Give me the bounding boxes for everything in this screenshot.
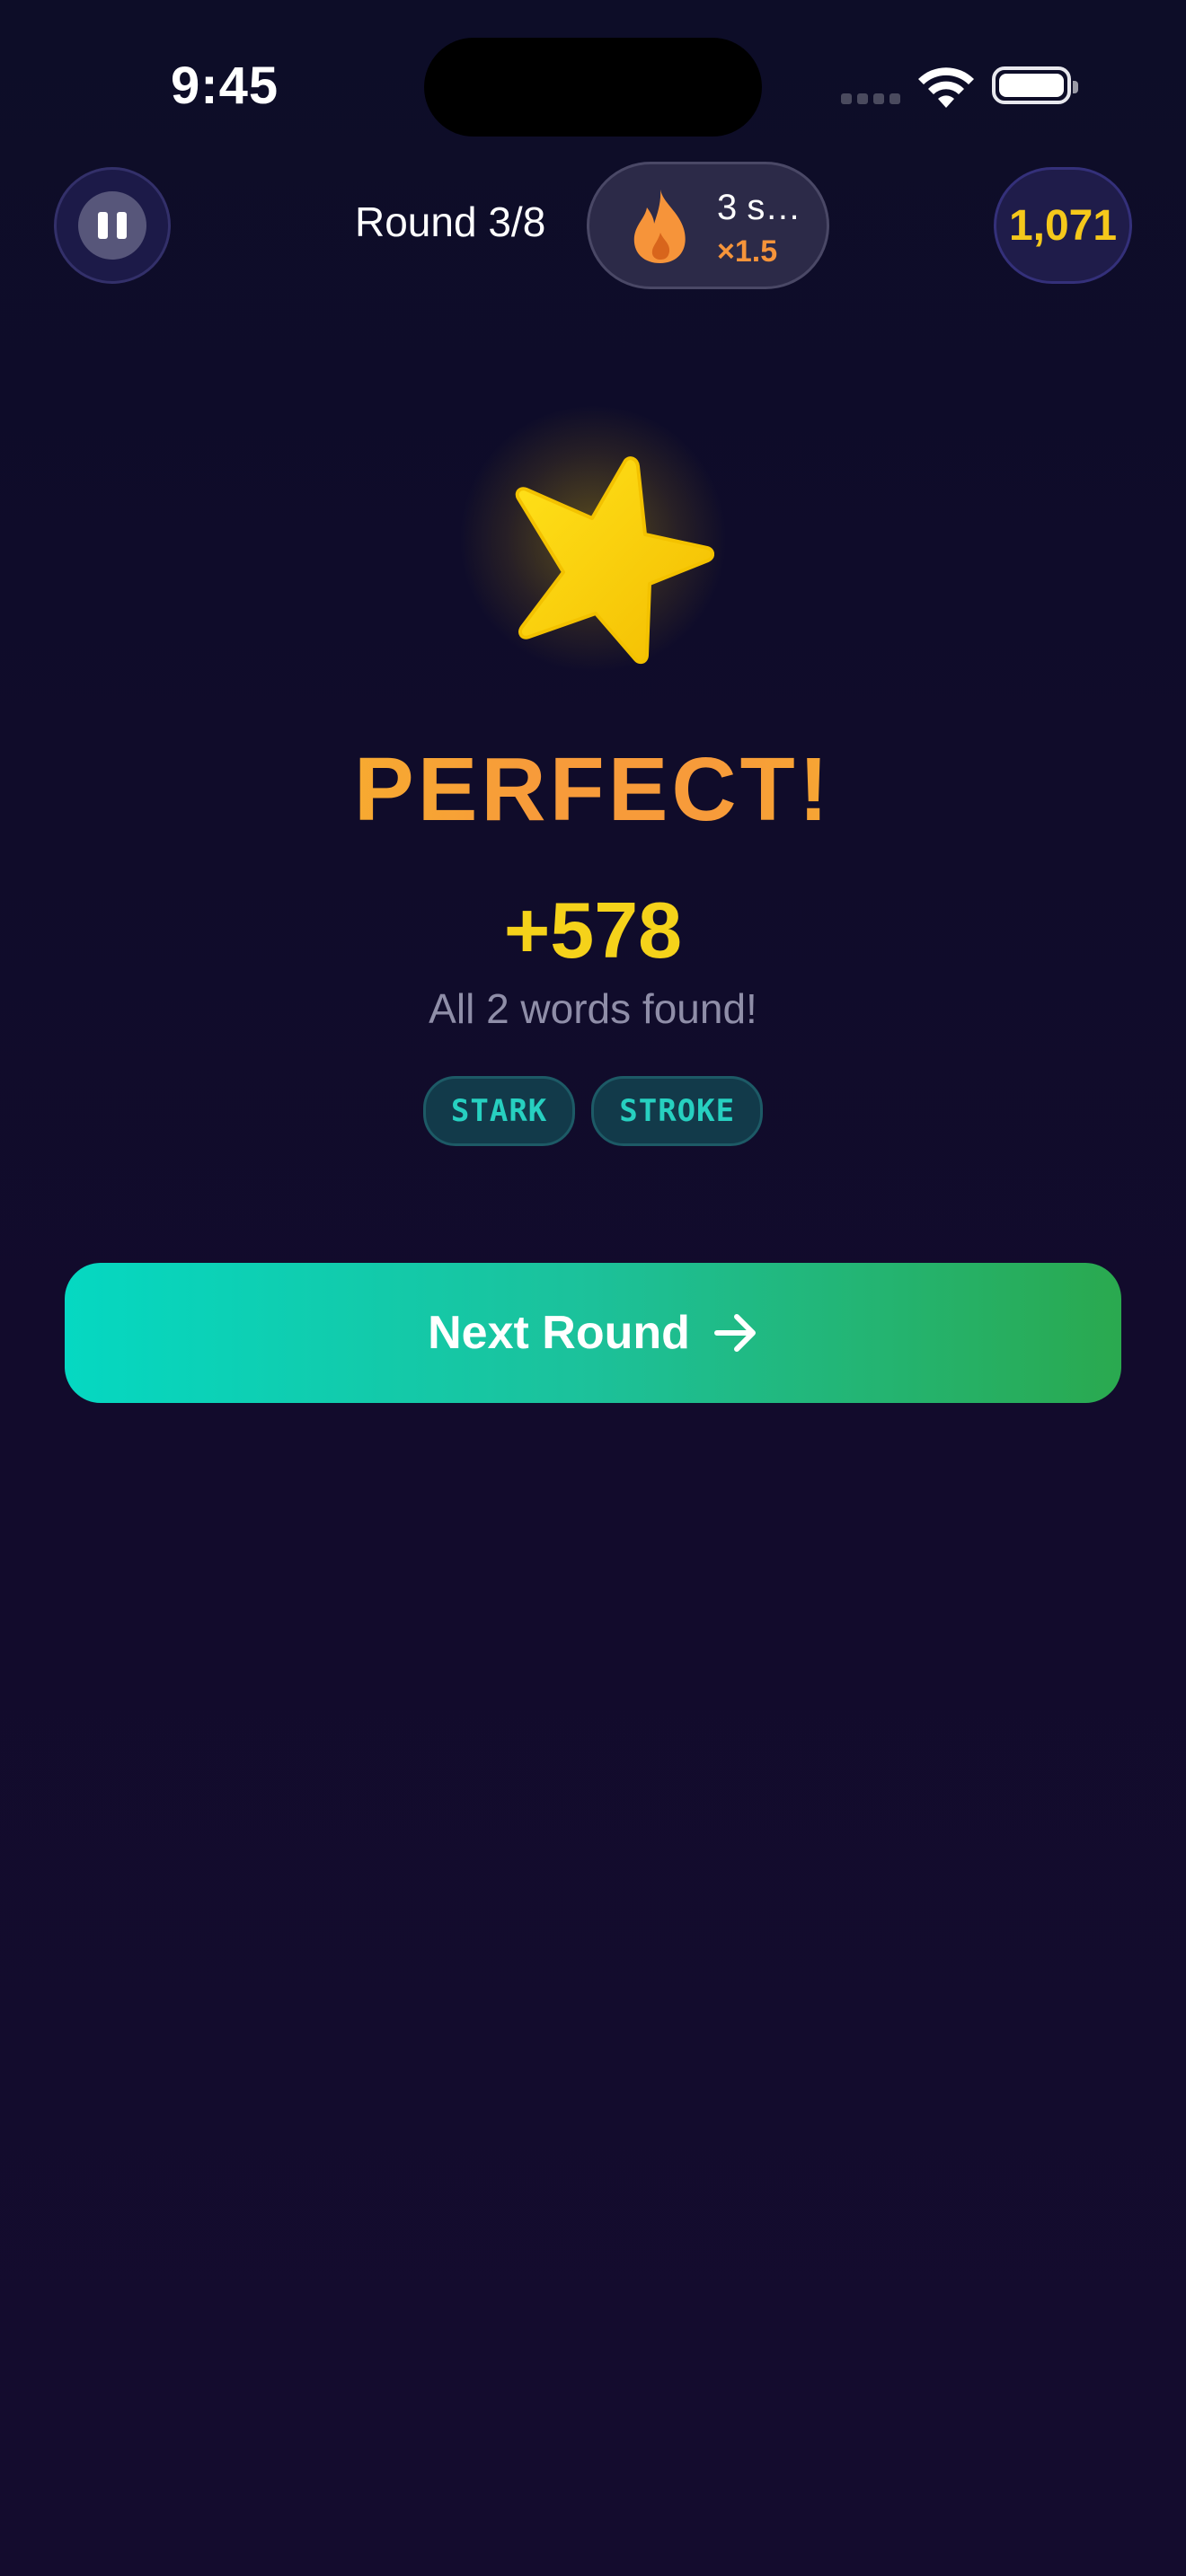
round-indicator: Round 3/8 [355, 198, 546, 245]
cellular-signal-icon [841, 93, 900, 104]
next-round-button[interactable]: Next Round [65, 1263, 1121, 1403]
total-score: 1,071 [994, 167, 1132, 284]
pause-button[interactable] [54, 167, 171, 284]
flame-icon [633, 190, 686, 263]
word-chip: STARK [422, 1076, 576, 1146]
streak-count: 3 s… [717, 188, 801, 227]
result-title: PERFECT! [0, 738, 1186, 842]
streak-multiplier: ×1.5 [717, 234, 778, 269]
next-round-label: Next Round [428, 1307, 690, 1359]
star-icon [515, 456, 714, 665]
result-subtitle: All 2 words found! [429, 985, 757, 1032]
found-words-list: STARK STROKE [0, 1076, 1186, 1146]
streak-badge: 3 s… ×1.5 [587, 162, 829, 289]
wifi-icon [918, 67, 974, 108]
status-time: 9:45 [171, 57, 279, 115]
arrow-right-icon [713, 1314, 756, 1352]
battery-icon [992, 66, 1078, 104]
word-chip: STROKE [591, 1076, 764, 1146]
dynamic-island [424, 38, 762, 137]
pause-icon [78, 191, 146, 260]
points-earned: +578 [503, 886, 683, 975]
